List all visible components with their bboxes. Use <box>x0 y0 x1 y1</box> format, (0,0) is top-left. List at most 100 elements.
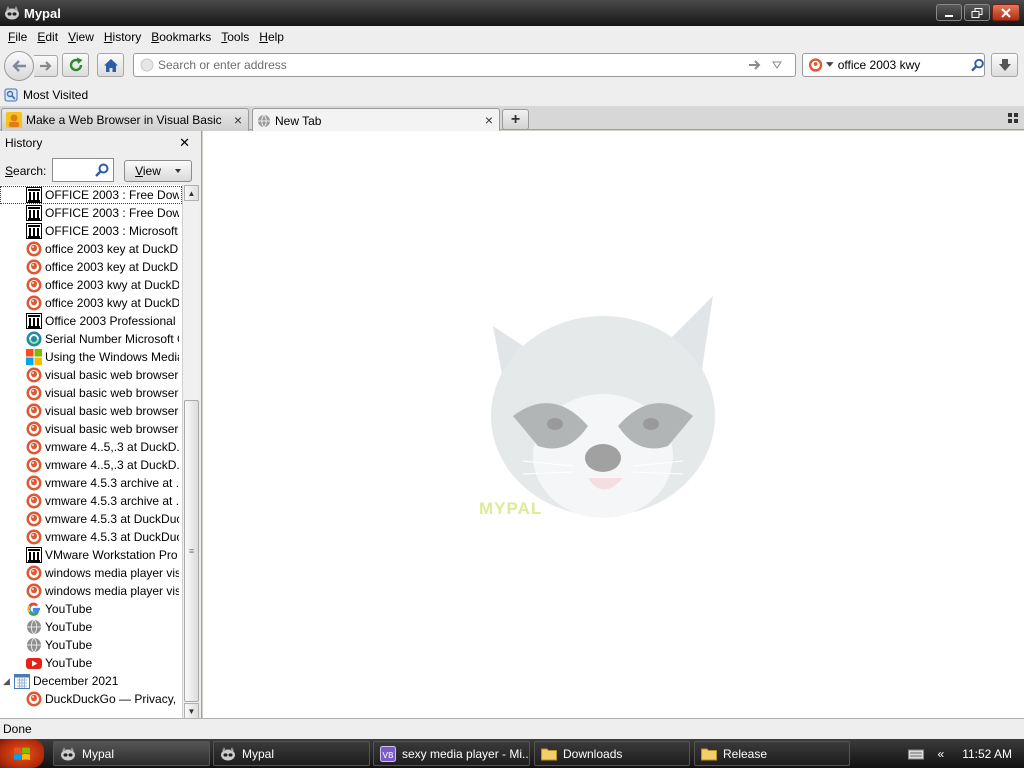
chevron-down-icon[interactable] <box>826 62 834 68</box>
menu-view[interactable]: View <box>63 30 99 44</box>
go-arrow-icon[interactable] <box>748 59 762 71</box>
keyboard-icon[interactable] <box>907 748 924 760</box>
history-item[interactable]: vmware 4..5,.3 at DuckD... <box>0 438 182 456</box>
search-bar[interactable] <box>802 53 985 77</box>
close-icon <box>1001 7 1011 18</box>
history-item[interactable]: VMware Workstation Pro ... <box>0 546 182 564</box>
taskbar-button[interactable]: Mypal <box>53 741 210 766</box>
history-item[interactable]: office 2003 key at DuckD... <box>0 258 182 276</box>
history-item[interactable]: visual basic web browser ... <box>0 384 182 402</box>
scroll-up-button[interactable]: ▲ <box>184 185 199 201</box>
history-item[interactable]: YouTube <box>0 618 182 636</box>
taskbar-button[interactable]: Release <box>694 741 850 766</box>
globe-icon <box>26 637 42 653</box>
history-item-label: VMware Workstation Pro ... <box>45 548 179 562</box>
history-item[interactable]: visual basic web browser ... <box>0 402 182 420</box>
tray-expand-button[interactable]: « <box>938 747 945 761</box>
history-item-label: OFFICE 2003 : Free Dow... <box>45 188 179 202</box>
duckduckgo-icon <box>26 457 42 473</box>
restore-button[interactable] <box>964 4 990 21</box>
tab-new-tab[interactable]: New Tab × <box>252 108 500 132</box>
menu-help[interactable]: Help <box>254 30 289 44</box>
history-item[interactable]: OFFICE 2003 : Free Dow... <box>0 186 182 204</box>
mypal-app-icon <box>5 6 19 20</box>
history-item-label: vmware 4.5.3 archive at ... <box>45 494 179 508</box>
tab-make-web-browser[interactable]: Make a Web Browser in Visual Basic : 12 … <box>1 108 249 131</box>
most-visited-bookmark[interactable]: Most Visited <box>4 88 88 102</box>
back-button[interactable] <box>4 51 34 81</box>
history-item[interactable]: YouTube <box>0 654 182 672</box>
tab-grid-icon[interactable] <box>1008 113 1018 123</box>
reload-button[interactable] <box>62 53 89 77</box>
history-item[interactable]: office 2003 key at DuckD... <box>0 240 182 258</box>
plus-icon: + <box>510 110 521 128</box>
history-item[interactable]: vmware 4.5.3 at DuckDuc... <box>0 510 182 528</box>
history-item[interactable]: office 2003 kwy at DuckD... <box>0 294 182 312</box>
sidebar-close-button[interactable]: ✕ <box>179 135 190 151</box>
start-button[interactable] <box>0 739 44 768</box>
menu-edit[interactable]: Edit <box>32 30 63 44</box>
history-item[interactable]: OFFICE 2003 : Microsoft ... <box>0 222 182 240</box>
history-item[interactable]: Serial Number Microsoft O... <box>0 330 182 348</box>
history-item-label: windows media player vis... <box>45 566 179 580</box>
taskbar-button[interactable]: VB sexy media player - Mi... <box>373 741 530 766</box>
expand-twisty-icon[interactable]: ◢ <box>3 676 10 687</box>
folder-icon <box>541 747 557 761</box>
history-item[interactable]: YouTube <box>0 600 182 618</box>
url-bar[interactable] <box>133 53 796 77</box>
archive-icon <box>26 313 42 329</box>
history-item[interactable]: OFFICE 2003 : Free Dow... <box>0 204 182 222</box>
url-input[interactable] <box>158 58 738 72</box>
history-item[interactable]: Using the Windows Media... <box>0 348 182 366</box>
duckduckgo-icon <box>26 385 42 401</box>
forward-button[interactable] <box>34 55 58 77</box>
menu-bookmarks[interactable]: Bookmarks <box>146 30 216 44</box>
close-window-button[interactable] <box>992 4 1020 21</box>
history-item[interactable]: windows media player vis... <box>0 564 182 582</box>
dropdown-triangle-icon[interactable] <box>772 61 782 69</box>
history-item[interactable]: office 2003 kwy at DuckD... <box>0 276 182 294</box>
history-item[interactable]: vmware 4..5,.3 at DuckD... <box>0 456 182 474</box>
duckduckgo-icon <box>26 277 42 293</box>
search-input[interactable] <box>837 58 963 72</box>
history-item-label: office 2003 key at DuckD... <box>45 242 179 256</box>
menu-tools[interactable]: Tools <box>216 30 254 44</box>
tab-close-button[interactable]: × <box>234 113 242 127</box>
minimize-button[interactable] <box>936 4 962 21</box>
download-arrow-icon <box>998 59 1011 71</box>
menu-file[interactable]: File <box>3 30 32 44</box>
vb-icon: VB <box>380 745 396 762</box>
history-item[interactable]: vmware 4.5.3 at DuckDuc... <box>0 528 182 546</box>
home-button[interactable] <box>97 53 124 77</box>
history-item[interactable]: DuckDuckGo — Privacy, si... <box>0 690 182 708</box>
history-search-input[interactable] <box>52 158 114 182</box>
duckduckgo-icon <box>26 421 42 437</box>
history-item-label: vmware 4.5.3 at DuckDuc... <box>45 512 179 526</box>
sidebar-header: History ✕ <box>0 131 200 155</box>
history-item[interactable]: Office 2003 Professional ... <box>0 312 182 330</box>
history-item[interactable]: vmware 4.5.3 archive at ... <box>0 474 182 492</box>
clock[interactable]: 11:52 AM <box>962 747 1012 761</box>
scroll-down-button[interactable]: ▼ <box>184 703 199 719</box>
scroll-thumb[interactable]: ≡ <box>184 400 199 702</box>
view-dropdown-button[interactable]: View <box>124 160 192 182</box>
history-item[interactable]: visual basic web browser ... <box>0 420 182 438</box>
taskbar-button[interactable]: Mypal <box>213 741 370 766</box>
google-icon <box>26 601 42 617</box>
history-item-label: office 2003 kwy at DuckD... <box>45 278 179 292</box>
tab-close-button[interactable]: × <box>485 113 493 127</box>
downloads-button[interactable] <box>991 53 1018 77</box>
history-item[interactable]: YouTube <box>0 636 182 654</box>
history-item[interactable]: visual basic web browser ... <box>0 366 182 384</box>
history-group-december-2021[interactable]: ◢ December 2021 <box>0 672 182 690</box>
new-tab-button[interactable]: + <box>502 109 529 130</box>
duckduckgo-icon[interactable] <box>808 57 823 73</box>
taskbar-button[interactable]: Downloads <box>534 741 690 766</box>
duckduckgo-icon <box>26 403 42 419</box>
history-item[interactable]: windows media player vis... <box>0 582 182 600</box>
sidebar-scrollbar[interactable]: ▲ ≡ ▼ <box>182 185 199 719</box>
history-item[interactable]: vmware 4.5.3 archive at ... <box>0 492 182 510</box>
magnifier-icon[interactable] <box>970 58 984 72</box>
menu-history[interactable]: History <box>99 30 146 44</box>
history-item-label: YouTube <box>45 656 93 670</box>
